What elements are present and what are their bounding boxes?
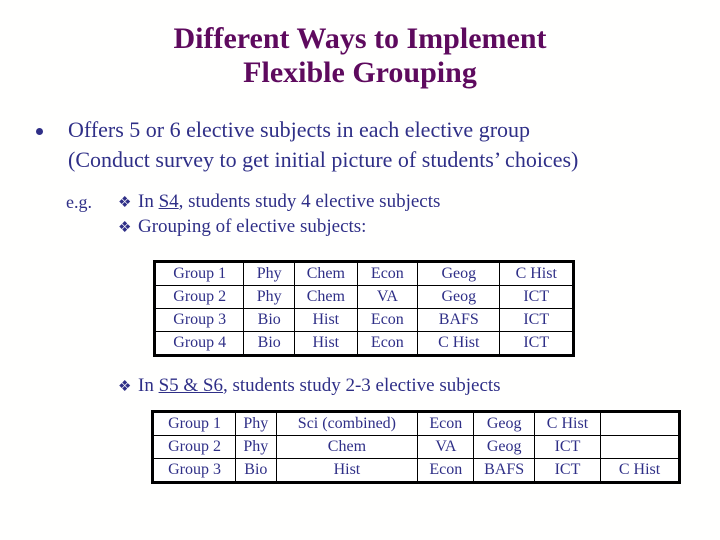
- s56-suffix: , students study 2-3 elective subjects: [223, 375, 501, 396]
- table-cell: Phy: [235, 411, 277, 436]
- eg-item-list: ❖ In S4, students study 4 elective subjec…: [118, 190, 440, 240]
- eg-item-grouping-text: Grouping of elective subjects:: [138, 216, 367, 237]
- table-cell: Chem: [275, 435, 419, 459]
- table-cell: Econ: [356, 331, 419, 356]
- table-s4-grouping: Group 1 Phy Chem Econ Geog C Hist Group …: [153, 260, 575, 357]
- table-cell: C Hist: [417, 331, 501, 356]
- table-cell: Chem: [294, 285, 358, 309]
- table-cell: Group 1: [153, 261, 245, 286]
- table-cell: Econ: [417, 458, 475, 483]
- table-row: Group 3 Bio Hist Econ BAFS ICT C Hist: [151, 458, 680, 483]
- table-cell: Phy: [243, 261, 295, 286]
- table-cell: Chem: [294, 261, 358, 286]
- slide-canvas: Different Ways to Implement Flexible Gro…: [0, 0, 720, 540]
- s56-prefix: In: [138, 375, 159, 396]
- s56-underlined: S5 & S6: [158, 375, 223, 396]
- main-bullet-line-2: (Conduct survey to get initial picture o…: [68, 147, 579, 172]
- table-cell: Hist: [294, 308, 358, 332]
- slide-title: Different Ways to Implement Flexible Gro…: [0, 22, 720, 90]
- table-row: Group 1 Phy Chem Econ Geog C Hist: [153, 261, 574, 286]
- table-cell: Hist: [294, 331, 358, 356]
- table-row: Group 3 Bio Hist Econ BAFS ICT: [153, 308, 574, 332]
- table-cell: Geog: [417, 285, 501, 309]
- table-cell: Geog: [473, 435, 535, 459]
- table-row: Group 2 Phy Chem VA Geog ICT: [151, 435, 680, 459]
- table-s4-body: Group 1 Phy Chem Econ Geog C Hist Group …: [153, 261, 574, 356]
- main-bullet-block: Offers 5 or 6 elective subjects in each …: [34, 115, 698, 175]
- eg-item-s4-underlined: S4: [158, 191, 179, 212]
- table-cell: BAFS: [473, 458, 535, 483]
- table-cell: Bio: [243, 331, 295, 356]
- table-cell: Econ: [417, 411, 475, 436]
- table-cell: C Hist: [533, 411, 602, 436]
- table-cell: Group 4: [153, 331, 245, 356]
- table-row: Group 1 Phy Sci (combined) Econ Geog C H…: [151, 411, 680, 436]
- table-cell: ICT: [499, 285, 574, 309]
- table-cell: Group 1: [151, 411, 237, 436]
- table-cell: Phy: [243, 285, 295, 309]
- table-cell: Group 3: [153, 308, 245, 332]
- example-block: e.g. ❖ In S4, students study 4 elective s…: [66, 190, 440, 240]
- eg-item-grouping: ❖ Grouping of elective subjects:: [118, 215, 440, 240]
- diamond-bullet-icon: ❖: [118, 379, 132, 395]
- table-cell: ICT: [499, 308, 574, 332]
- main-bullet-line-1: Offers 5 or 6 elective subjects in each …: [68, 117, 531, 142]
- table-cell: ICT: [533, 435, 602, 459]
- table-cell: Bio: [243, 308, 295, 332]
- table-s56-grouping: Group 1 Phy Sci (combined) Econ Geog C H…: [151, 410, 681, 484]
- table-cell: VA: [356, 285, 419, 309]
- table-cell: [600, 435, 680, 459]
- table-cell: Geog: [417, 261, 501, 286]
- table-cell: Group 2: [151, 435, 237, 459]
- eg-item-s4: ❖ In S4, students study 4 elective subjec…: [118, 190, 440, 215]
- table-cell: C Hist: [499, 261, 574, 286]
- table-cell: Group 2: [153, 285, 245, 309]
- s56-bullet-block: ❖ In S5 & S6, students study 2-3 elective…: [118, 374, 501, 399]
- table-cell: [600, 411, 680, 436]
- table-cell: Hist: [275, 458, 419, 483]
- eg-item-s4-prefix: In: [138, 191, 159, 212]
- table-s56-body: Group 1 Phy Sci (combined) Econ Geog C H…: [151, 411, 680, 483]
- diamond-bullet-icon: ❖: [118, 220, 132, 236]
- table-row: Group 4 Bio Hist Econ C Hist ICT: [153, 331, 574, 356]
- table-cell: BAFS: [417, 308, 501, 332]
- table-cell: Geog: [473, 411, 535, 436]
- eg-item-s4-suffix: , students study 4 elective subjects: [178, 191, 441, 212]
- slide-title-line-1: Different Ways to Implement: [173, 22, 547, 55]
- eg-label: e.g.: [66, 192, 92, 212]
- table-cell: Sci (combined): [275, 411, 419, 436]
- table-cell: Econ: [356, 308, 419, 332]
- slide-title-line-2: Flexible Grouping: [243, 56, 477, 89]
- table-row: Group 2 Phy Chem VA Geog ICT: [153, 285, 574, 309]
- table-cell: ICT: [499, 331, 574, 356]
- diamond-bullet-icon: ❖: [118, 195, 132, 211]
- table-cell: Phy: [235, 435, 277, 459]
- main-bullet-text: Offers 5 or 6 elective subjects in each …: [68, 115, 698, 175]
- table-cell: VA: [417, 435, 475, 459]
- table-cell: Group 3: [151, 458, 237, 483]
- table-cell: Econ: [356, 261, 419, 286]
- round-bullet-icon: [36, 126, 46, 136]
- table-cell: Bio: [235, 458, 277, 483]
- table-cell: ICT: [533, 458, 602, 483]
- table-cell: C Hist: [600, 458, 680, 483]
